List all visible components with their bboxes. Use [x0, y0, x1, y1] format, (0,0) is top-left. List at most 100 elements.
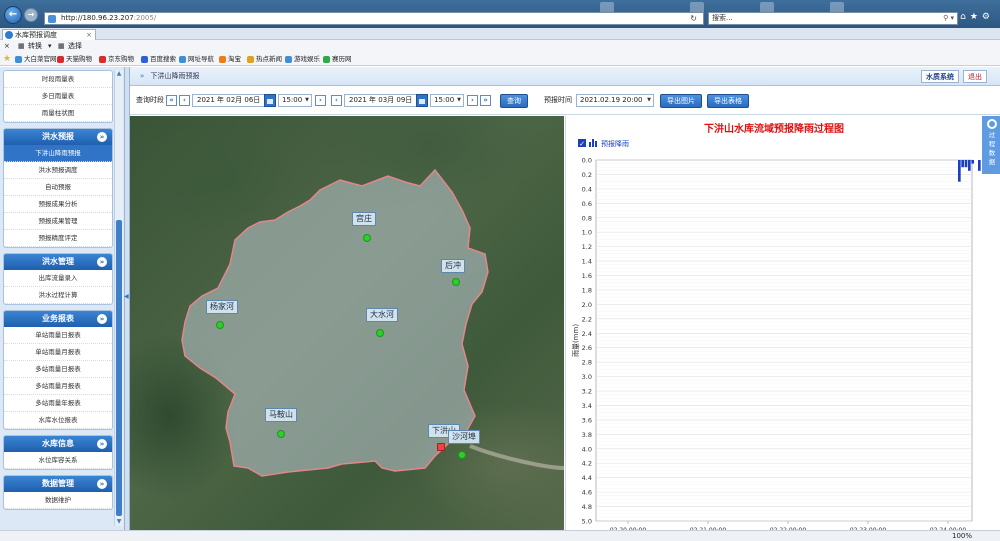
url-port: :2005/ [133, 14, 157, 22]
sidebar-menu-item[interactable]: 多站雨量月报表 [4, 378, 112, 395]
sidebar-menu-item[interactable]: 数据维护 [4, 492, 112, 509]
favorite-link[interactable]: 游戏娱乐 [284, 53, 320, 66]
scrollbar-thumb[interactable] [116, 220, 122, 516]
favorite-link[interactable]: 天猫购物 [56, 53, 92, 66]
place-label[interactable]: 杨家河 [206, 300, 238, 314]
sidebar-menu-item[interactable]: 雨量柱状图 [4, 105, 112, 122]
end-prev-button[interactable]: ‹ [331, 95, 342, 106]
end-time-select[interactable]: 15:00 ▼ [430, 94, 464, 107]
scroll-down-arrow-icon[interactable]: ▼ [115, 518, 123, 526]
menu-group-header[interactable]: 洪水预报 » [4, 129, 112, 145]
convert-icon[interactable]: ▦ [18, 40, 25, 53]
browser-tab-active[interactable]: 水库预报调度 × [2, 29, 96, 40]
convert-menu[interactable]: 转换 [28, 40, 42, 53]
station-marker[interactable] [376, 329, 384, 337]
search-icon[interactable]: ⚲ ▾ [943, 13, 954, 24]
favorites-star-icon[interactable]: ★ [3, 53, 11, 66]
place-label[interactable]: 马鞍山 [265, 408, 297, 422]
start-prev-button[interactable]: ‹ [179, 95, 190, 106]
place-label[interactable]: 后冲 [441, 259, 465, 273]
y-tick-label: 0.2 [582, 171, 592, 179]
favorite-link[interactable]: 大白菜官网 [14, 53, 57, 66]
sidebar-menu-item[interactable]: 洪水预报调度 [4, 162, 112, 179]
water-quality-system-button[interactable]: 水质系统 [921, 70, 959, 83]
menu-group-header[interactable]: 洪水管理 » [4, 254, 112, 270]
sidebar-menu-item[interactable]: 洪水过程计算 [4, 287, 112, 304]
select-menu[interactable]: 选择 [68, 40, 82, 53]
start-calendar-icon[interactable] [264, 94, 276, 107]
address-bar[interactable]: http://180.96.23.207:2005/ ↻ [44, 12, 704, 25]
sidebar-menu-item[interactable]: 出库流量录入 [4, 270, 112, 287]
sidebar-menu-item[interactable]: 自动预报 [4, 179, 112, 196]
export-table-button[interactable]: 导出表格 [707, 94, 749, 108]
start-prev-large-button[interactable]: « [166, 95, 177, 106]
station-marker[interactable] [277, 430, 285, 438]
end-next-large-button[interactable]: » [480, 95, 491, 106]
chevron-icon[interactable]: » [97, 257, 107, 267]
browser-tools-icons[interactable]: ⌂★⚙ [960, 12, 994, 22]
station-marker[interactable] [216, 321, 224, 329]
place-label[interactable]: 大水河 [366, 308, 398, 322]
sidebar-scrollbar[interactable]: ▲ ▼ [114, 70, 123, 526]
back-button[interactable]: ← [4, 6, 22, 24]
search-input[interactable]: 搜索... ⚲ ▾ [708, 12, 958, 25]
station-marker[interactable] [452, 278, 460, 286]
close-tab-icon[interactable]: × [86, 30, 92, 40]
sidebar-menu-item[interactable]: 下汫山降雨预报 [4, 145, 112, 162]
exit-button[interactable]: 退出 [963, 70, 987, 83]
start-time-select[interactable]: 15:00 ▼ [278, 94, 312, 107]
forecast-time-select[interactable]: 2021.02.19 20:00 ▼ [576, 94, 654, 107]
select-icon[interactable]: ▦ [58, 40, 65, 53]
y-tick-label: 2.0 [582, 301, 592, 309]
favorite-link[interactable]: 百度搜索 [140, 53, 176, 66]
y-tick-label: 1.6 [582, 272, 592, 280]
sidebar-menu-item[interactable]: 水位库容关系 [4, 452, 112, 469]
sidebar-menu-item[interactable]: 时段雨量表 [4, 71, 112, 88]
favorite-link[interactable]: 赛历网 [322, 53, 352, 66]
sidebar-menu-item[interactable]: 多站雨量年报表 [4, 395, 112, 412]
chevron-icon[interactable]: » [97, 439, 107, 449]
basin-map[interactable]: 宫庄 后冲 杨家河 大水河 马鞍山 下汫山 沙河埠 [130, 116, 564, 530]
sidebar-menu-item[interactable]: 预报精度评定 [4, 230, 112, 247]
start-next-button[interactable]: › [315, 95, 326, 106]
end-next-button[interactable]: › [467, 95, 478, 106]
sidebar-menu-item[interactable]: 单站雨量日报表 [4, 327, 112, 344]
refresh-icon[interactable]: ↻ [690, 14, 697, 24]
chevron-icon[interactable]: » [97, 479, 107, 489]
end-calendar-icon[interactable] [416, 94, 428, 107]
end-date-field[interactable]: 2021 年 03月 09日 [344, 94, 418, 107]
sidebar-menu-item[interactable]: 单站雨量月报表 [4, 344, 112, 361]
favorite-link[interactable]: 淘宝 [218, 53, 241, 66]
station-marker[interactable] [458, 451, 466, 459]
close-icon[interactable]: × [4, 40, 10, 53]
place-label[interactable]: 沙河埠 [448, 430, 480, 444]
y-tick-label: 2.8 [582, 359, 592, 367]
start-date-field[interactable]: 2021 年 02月 06日 [192, 94, 266, 107]
menu-group-header[interactable]: 水库信息 » [4, 436, 112, 452]
sidebar-menu-item[interactable]: 多日雨量表 [4, 88, 112, 105]
reservoir-marker[interactable] [437, 443, 445, 451]
menu-group-header[interactable]: 业务报表 » [4, 311, 112, 327]
menu-group-header[interactable]: 数据管理 » [4, 476, 112, 492]
favorite-link[interactable]: 京东购物 [98, 53, 134, 66]
breadcrumb-current: 下汫山降雨预报 [150, 72, 200, 80]
sidebar-menu-item[interactable]: 水库水位报表 [4, 412, 112, 429]
chevron-down-icon[interactable]: ▾ [48, 40, 52, 53]
sidebar-menu-item[interactable]: 多站雨量日报表 [4, 361, 112, 378]
forward-button[interactable]: → [24, 8, 38, 22]
station-marker[interactable] [363, 234, 371, 242]
query-button[interactable]: 查询 [500, 94, 528, 108]
favorite-link[interactable]: 热点新闻 [246, 53, 282, 66]
zoom-level[interactable]: 100% [952, 531, 972, 541]
chevron-icon[interactable]: » [97, 314, 107, 324]
chevron-icon[interactable]: » [97, 132, 107, 142]
scroll-up-arrow-icon[interactable]: ▲ [115, 70, 123, 78]
place-label[interactable]: 宫庄 [352, 212, 376, 226]
favorite-link[interactable]: 网址导航 [178, 53, 214, 66]
sidebar-menu-item[interactable]: 预报成果管理 [4, 213, 112, 230]
process-data-tab[interactable]: 过程数据 [982, 116, 1000, 174]
export-image-button[interactable]: 导出图片 [660, 94, 702, 108]
sidebar-menu-item[interactable]: 预报成果分析 [4, 196, 112, 213]
menu-group-title: 业务报表 [42, 314, 74, 323]
query-toolbar: 查询时段 « ‹ 2021 年 02月 06日 15:00 ▼ › ‹ 2021 … [130, 86, 1000, 115]
